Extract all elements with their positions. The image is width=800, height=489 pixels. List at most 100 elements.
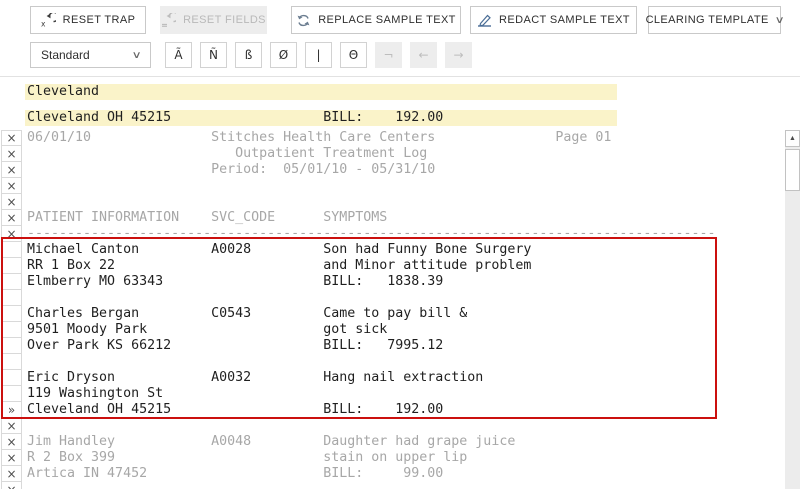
delete-line-button[interactable]: ×	[1, 162, 22, 178]
document-line[interactable]: Cleveland OH 45215 BILL: 192.00	[22, 402, 443, 418]
reset-fields-icon	[161, 13, 177, 27]
char-buttons: Ã Ñß Ø | Θ ¬ ← →	[165, 42, 480, 68]
field-highlight-record-line[interactable]: Cleveland OH 45215 BILL: 192.00	[25, 110, 617, 126]
chevron-down-icon: ∨	[774, 14, 785, 26]
document-line[interactable]: Outpatient Treatment Log	[22, 146, 427, 162]
document-row: Eric Dryson A0032 Hang nail extraction	[1, 370, 785, 386]
special-char-button[interactable]: Ñ	[200, 42, 227, 68]
document-row: Charles Bergan C0543 Came to pay bill &	[1, 306, 785, 322]
clearing-template-button[interactable]: CLEARING TEMPLATE ∨	[646, 6, 784, 34]
special-char-button[interactable]: ß	[235, 42, 262, 68]
delete-line-button[interactable]: ×	[1, 482, 22, 489]
document-row: Michael Canton A0028 Son had Funny Bone …	[1, 242, 785, 258]
document-line[interactable]	[22, 482, 27, 489]
document-line[interactable]: Charles Bergan C0543 Came to pay bill &	[22, 306, 467, 322]
document-line[interactable]: 119 Washington St	[22, 386, 163, 402]
document-row: ×	[1, 178, 785, 194]
redact-sample-text-button[interactable]: REDACT SAMPLE TEXT	[470, 6, 637, 34]
line-gutter-cell	[1, 274, 22, 290]
delete-line-button[interactable]: ×	[1, 450, 22, 466]
document-row: 9501 Moody Park got sick	[1, 322, 785, 338]
document-row: × ---------------------------------------…	[1, 226, 785, 242]
toolbar-divider	[0, 76, 800, 77]
document-line[interactable]	[22, 354, 27, 370]
document-line[interactable]	[22, 290, 27, 306]
scrollbar-thumb[interactable]	[785, 149, 800, 191]
replace-sample-text-label: REPLACE SAMPLE TEXT	[318, 14, 456, 26]
document-row	[1, 354, 785, 370]
document-row: » Cleveland OH 45215 BILL: 192.00	[1, 402, 785, 418]
vertical-scrollbar[interactable]: ▲	[785, 130, 800, 489]
chevron-down-icon: ∨	[131, 49, 142, 61]
document-line[interactable]: Elmberry MO 63343 BILL: 1838.39	[22, 274, 443, 290]
delete-line-button[interactable]: ×	[1, 146, 22, 162]
reset-trap-icon: x	[41, 13, 56, 27]
document-line[interactable]: Period: 05/01/10 - 05/31/10	[22, 162, 435, 178]
delete-line-button[interactable]: ×	[1, 194, 22, 210]
document-rows: × 06/01/10 Stitches Health Care Centers P…	[1, 130, 785, 489]
special-char-button[interactable]: Θ	[340, 42, 367, 68]
document-line[interactable]: ----------------------------------------…	[22, 226, 715, 242]
document-line[interactable]: RR 1 Box 22 and Minor attitude problem	[22, 258, 531, 274]
delete-line-button[interactable]: ×	[1, 130, 22, 146]
reset-trap-button[interactable]: x RESET TRAP	[30, 6, 146, 34]
document-row: Elmberry MO 63343 BILL: 1838.39	[1, 274, 785, 290]
line-gutter-cell	[1, 306, 22, 322]
active-line-marker: »	[1, 402, 22, 418]
reset-fields-button: RESET FIELDS	[160, 6, 267, 34]
trap-editor-window: x RESET TRAP RESET FIELDS REPLACE SAMPLE…	[0, 0, 800, 489]
special-char-button[interactable]: Ã	[165, 42, 192, 68]
replace-sample-text-button[interactable]: REPLACE SAMPLE TEXT	[291, 6, 461, 34]
document-row: × Period: 05/01/10 - 05/31/10	[1, 162, 785, 178]
up-arrow-icon: ▲	[789, 135, 796, 142]
document-row: ×	[1, 418, 785, 434]
delete-line-button[interactable]: ×	[1, 226, 22, 242]
scroll-up-button[interactable]: ▲	[785, 130, 800, 147]
document-line[interactable]: Michael Canton A0028 Son had Funny Bone …	[22, 242, 531, 258]
document-line[interactable]: Jim Handley A0048 Daughter had grape jui…	[22, 434, 515, 450]
line-gutter-cell	[1, 354, 22, 370]
replace-refresh-icon	[296, 14, 311, 27]
document-row	[1, 290, 785, 306]
document-row: 119 Washington St	[1, 386, 785, 402]
document-line[interactable]	[22, 178, 27, 194]
document-line[interactable]: R 2 Box 399 stain on upper lip	[22, 450, 467, 466]
line-gutter-cell	[1, 370, 22, 386]
document-line[interactable]	[22, 418, 27, 434]
field-highlight-record-text: Cleveland OH 45215 BILL: 192.00	[27, 110, 444, 125]
line-gutter-cell	[1, 258, 22, 274]
arrow-right-button: →	[445, 42, 472, 68]
document-row: × 06/01/10 Stitches Health Care Centers P…	[1, 130, 785, 146]
document-line[interactable]: Eric Dryson A0032 Hang nail extraction	[22, 370, 483, 386]
delete-line-button[interactable]: ×	[1, 418, 22, 434]
document-row: RR 1 Box 22 and Minor attitude problem	[1, 258, 785, 274]
redact-pen-icon	[477, 14, 492, 27]
document-line[interactable]: 06/01/10 Stitches Health Care Centers Pa…	[22, 130, 611, 146]
special-char-button[interactable]: Ø	[270, 42, 297, 68]
document-row: × R 2 Box 399 stain on upper lip	[1, 450, 785, 466]
document-line[interactable]: 9501 Moody Park got sick	[22, 322, 387, 338]
style-selector[interactable]: Standard ∨	[30, 42, 151, 68]
document-line[interactable]	[22, 194, 27, 210]
redact-sample-text-label: REDACT SAMPLE TEXT	[499, 14, 630, 26]
line-gutter-cell	[1, 322, 22, 338]
delete-line-button[interactable]: ×	[1, 178, 22, 194]
line-gutter-cell	[1, 338, 22, 354]
delete-line-button[interactable]: ×	[1, 466, 22, 482]
document-line[interactable]: Artica IN 47452 BILL: 99.00	[22, 466, 443, 482]
line-gutter-cell	[1, 290, 22, 306]
svg-text:x: x	[41, 20, 46, 28]
document-row: × Outpatient Treatment Log	[1, 146, 785, 162]
style-selector-value: Standard	[41, 48, 90, 62]
document-row: ×	[1, 194, 785, 210]
special-char-button[interactable]: |	[305, 42, 332, 68]
corner-arrow-button: ¬	[375, 42, 402, 68]
document-row: × PATIENT INFORMATION SVC_CODE SYMPTOMS	[1, 210, 785, 226]
delete-line-button[interactable]: ×	[1, 434, 22, 450]
reset-trap-label: RESET TRAP	[62, 14, 136, 26]
document-line[interactable]: PATIENT INFORMATION SVC_CODE SYMPTOMS	[22, 210, 387, 226]
delete-line-button[interactable]: ×	[1, 210, 22, 226]
field-highlight-city[interactable]: Cleveland	[25, 84, 617, 100]
document-row: × Jim Handley A0048 Daughter had grape ju…	[1, 434, 785, 450]
document-line[interactable]: Over Park KS 66212 BILL: 7995.12	[22, 338, 443, 354]
